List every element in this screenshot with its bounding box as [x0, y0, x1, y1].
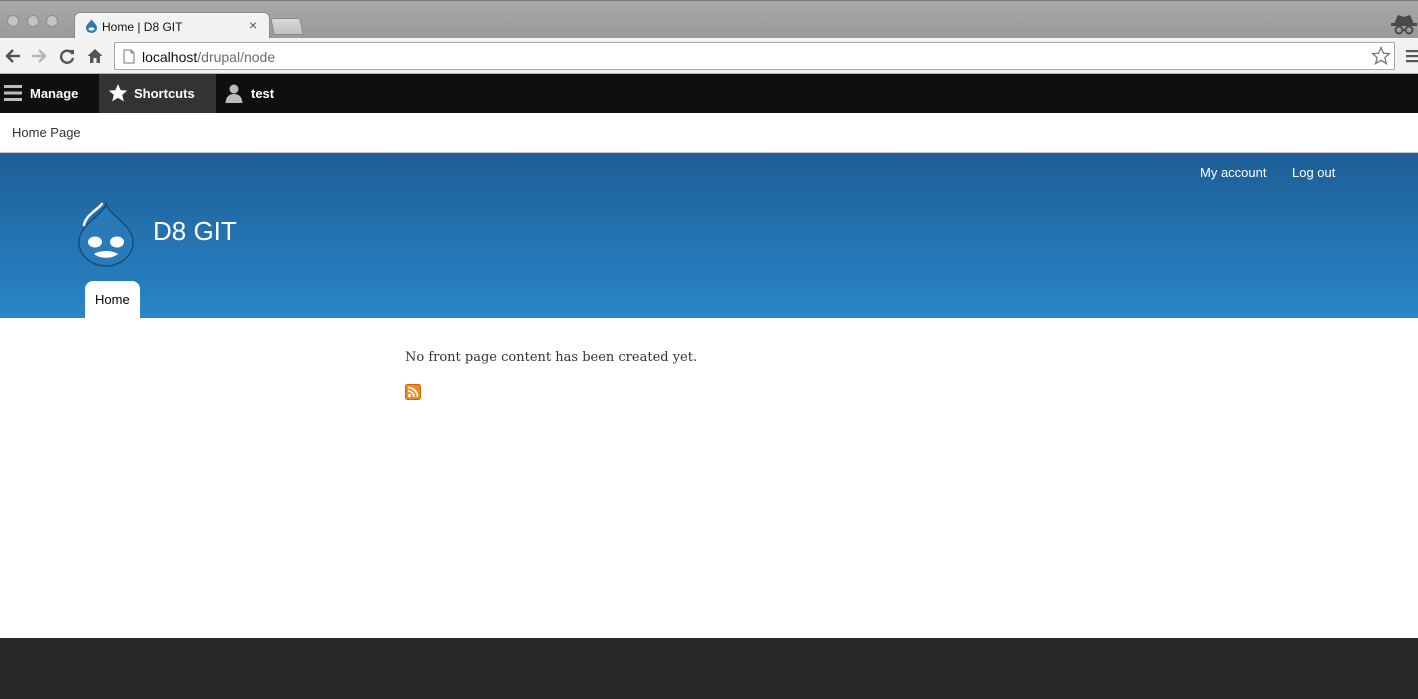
window-minimize-button[interactable]: [27, 15, 39, 27]
hamburger-menu-icon: [4, 85, 22, 101]
window-zoom-button[interactable]: [46, 15, 58, 27]
my-account-link[interactable]: My account: [1200, 165, 1266, 180]
tab-close-icon[interactable]: ×: [249, 18, 257, 32]
home-icon[interactable]: [86, 47, 104, 65]
primary-tab-home-label: Home: [95, 292, 130, 307]
reload-icon[interactable]: [58, 47, 76, 65]
incognito-icon: [1391, 15, 1417, 35]
toolbar-manage-label: Manage: [30, 86, 79, 101]
address-bar[interactable]: localhost/drupal/node: [114, 42, 1395, 70]
toolbar-user-label: test: [251, 86, 275, 101]
page-icon: [123, 49, 135, 64]
primary-tab-home[interactable]: Home: [85, 281, 140, 318]
browser-tab-strip: Home | D8 GIT ×: [0, 0, 1418, 40]
forward-arrow-icon[interactable]: [30, 47, 48, 65]
star-icon: [108, 84, 128, 102]
shortcut-home-page-link[interactable]: Home Page: [12, 125, 81, 140]
address-url[interactable]: localhost/drupal/node: [142, 49, 275, 65]
site-header: My account Log out D8 GIT Home: [0, 153, 1418, 318]
browser-tab-title: Home | D8 GIT: [102, 20, 183, 34]
browser-toolbar: localhost/drupal/node: [0, 38, 1418, 74]
bookmark-star-icon[interactable]: [1371, 46, 1391, 66]
rss-feed-icon[interactable]: [405, 384, 421, 400]
user-icon: [225, 84, 243, 103]
browser-tab-active[interactable]: Home | D8 GIT ×: [74, 12, 270, 40]
back-arrow-icon[interactable]: [4, 47, 22, 65]
toolbar-shortcuts-label: Shortcuts: [134, 86, 195, 101]
toolbar-manage[interactable]: Manage: [0, 74, 98, 113]
empty-front-page-message: No front page content has been created y…: [405, 350, 698, 365]
new-tab-button[interactable]: [270, 18, 304, 35]
shortcuts-tray: Home Page: [0, 113, 1418, 153]
url-path: /drupal/node: [197, 49, 276, 65]
url-host: localhost: [142, 49, 198, 65]
admin-toolbar: Manage Shortcuts test: [0, 74, 1418, 113]
browser-menu-icon[interactable]: [1404, 48, 1418, 64]
site-footer: [0, 638, 1418, 699]
log-out-link[interactable]: Log out: [1292, 165, 1335, 180]
toolbar-shortcuts[interactable]: Shortcuts: [99, 74, 216, 113]
drupal-favicon-icon: [86, 19, 97, 33]
toolbar-user[interactable]: test: [216, 74, 296, 113]
window-close-button[interactable]: [7, 15, 19, 27]
drupal-logo-icon[interactable]: [76, 201, 136, 267]
site-name[interactable]: D8 GIT: [153, 216, 237, 247]
